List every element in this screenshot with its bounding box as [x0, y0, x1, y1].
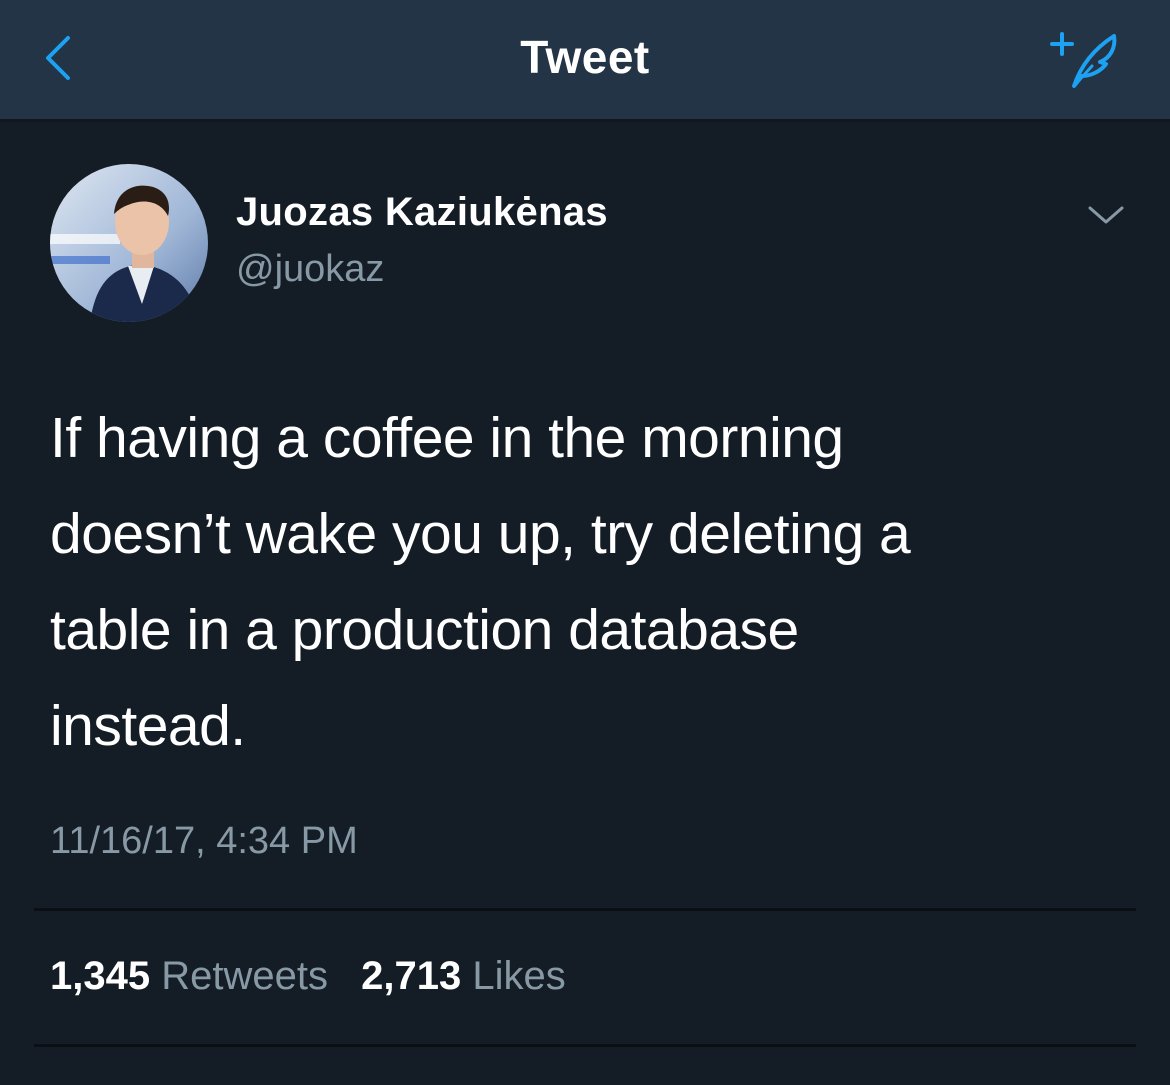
compose-tweet-icon — [1050, 32, 1117, 88]
tweet-text: If having a coffee in the morning doesn’… — [50, 406, 911, 758]
divider — [34, 908, 1136, 911]
likes-count: 2,713 — [361, 954, 462, 998]
tweet-stats: 1,345 Retweets 2,713 Likes — [50, 954, 566, 999]
compose-tweet-button[interactable] — [1040, 22, 1130, 102]
author-display-name[interactable]: Juozas Kaziukėnas — [236, 190, 608, 235]
tweet-detail: Juozas Kaziukėnas @juokaz If having a co… — [0, 122, 1170, 1085]
likes-stat[interactable]: 2,713 Likes — [361, 954, 566, 999]
likes-label: Likes — [472, 954, 566, 998]
chevron-down-icon — [1088, 206, 1124, 224]
profile-photo — [50, 164, 208, 322]
tweet-options-button[interactable] — [1084, 202, 1128, 230]
tweet-timestamp: 11/16/17, 4:34 PM — [50, 820, 358, 862]
divider — [34, 1044, 1136, 1047]
avatar[interactable] — [50, 164, 208, 322]
retweets-label: Retweets — [161, 954, 328, 998]
retweets-count: 1,345 — [50, 954, 151, 998]
author-handle[interactable]: @juokaz — [236, 248, 384, 291]
page-title: Tweet — [520, 31, 650, 83]
top-navigation-bar: Tweet — [0, 0, 1170, 122]
retweets-stat[interactable]: 1,345 Retweets — [50, 954, 328, 999]
